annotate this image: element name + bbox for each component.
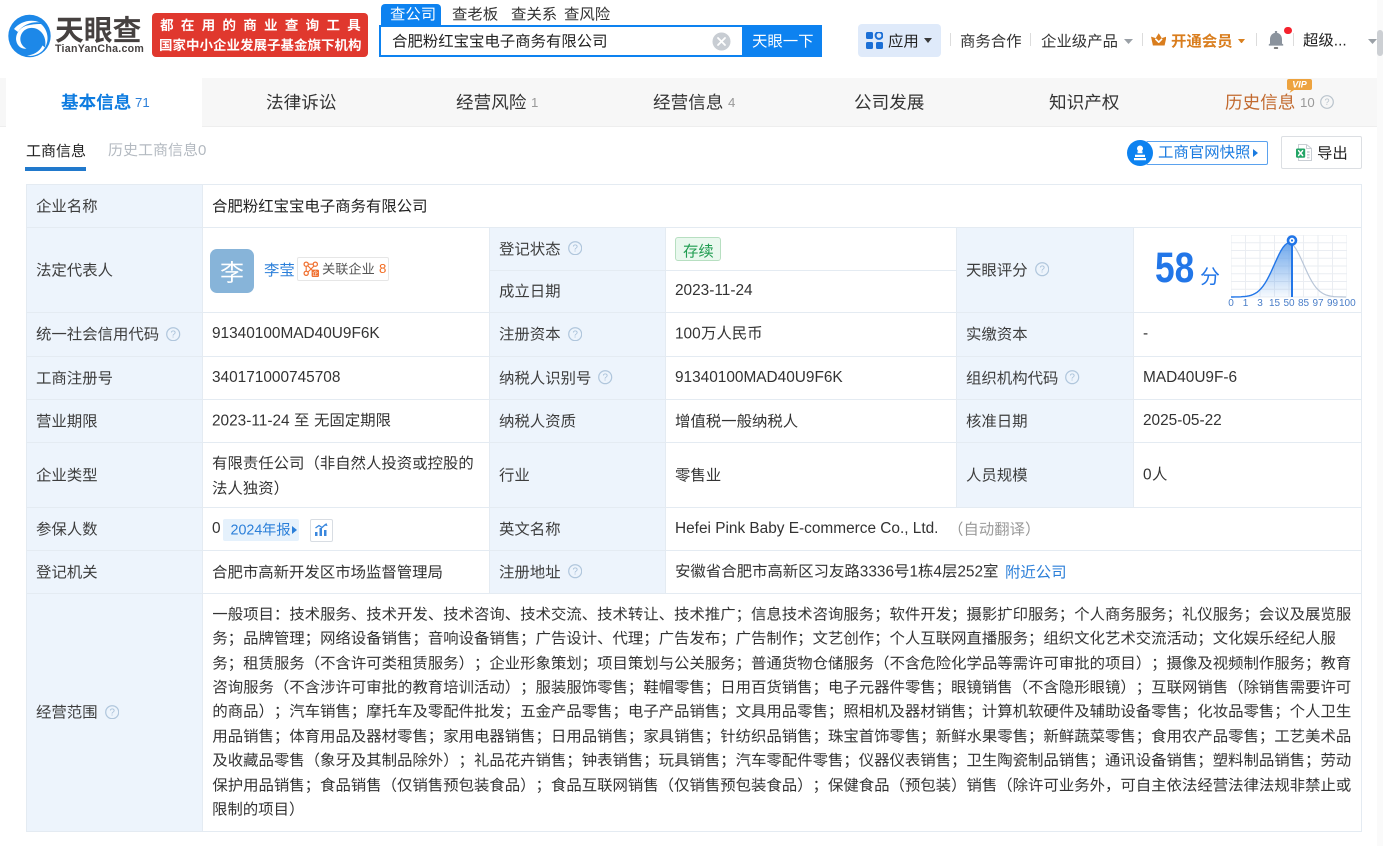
svg-text:?: ? [572,329,578,340]
svg-text:?: ? [171,329,177,340]
svg-text:?: ? [572,567,578,578]
svg-text:?: ? [603,373,609,384]
svg-text:?: ? [1324,97,1329,107]
svg-text:?: ? [1039,265,1045,276]
svg-text:?: ? [1070,373,1076,384]
svg-text:?: ? [109,707,115,718]
svg-text:?: ? [572,244,578,255]
svg-text:VIP: VIP [1292,80,1308,90]
